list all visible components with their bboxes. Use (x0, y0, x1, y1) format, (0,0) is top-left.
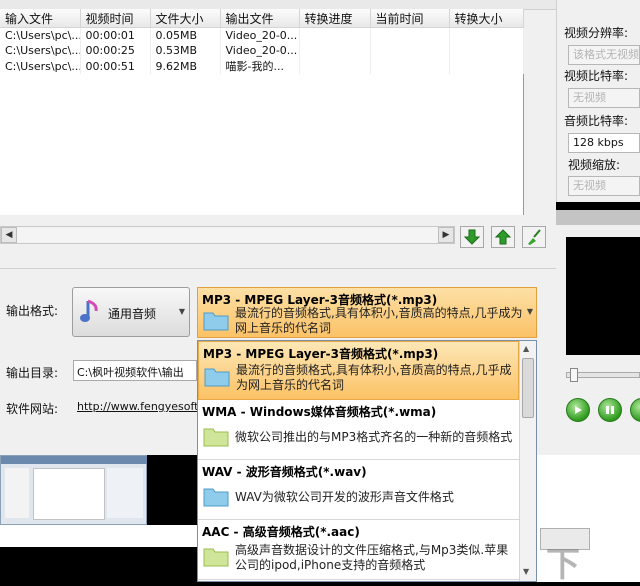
column-header-input-file[interactable]: 输入文件 (0, 9, 81, 28)
divider (0, 268, 556, 269)
list-item-aac[interactable]: AAC - 高级音频格式(*.aac) 高级声音数据设计的文件压缩格式,与Mp3… (198, 520, 519, 580)
clear-button[interactable] (522, 226, 546, 248)
arrow-down-icon (463, 229, 481, 245)
table-row[interactable]: C:\Users\pc\... 00:00:51 9.62MB 喵影-我的... (0, 58, 524, 74)
table-cell: 0.53MB (150, 43, 221, 58)
folder-icon (203, 488, 229, 507)
folder-icon (203, 548, 229, 567)
column-header-file-size[interactable]: 文件大小 (150, 9, 221, 28)
list-item-mp3[interactable]: MP3 - MPEG Layer-3音频格式(*.mp3) 最流行的音频格式,具… (198, 341, 519, 400)
format-item-title: AAC - 高级音频格式(*.aac) (202, 525, 360, 539)
website-label: 软件网站: (6, 402, 59, 416)
table-cell (370, 43, 450, 58)
table-cell: C:\Users\pc\... (0, 43, 81, 58)
selected-format-desc: 最流行的音频格式,具有体积小,音质高的特点,几乎成为网上音乐的代名词 (235, 306, 523, 335)
output-format-label: 输出格式: (6, 304, 59, 318)
scroll-left-icon[interactable]: ◀ (1, 227, 17, 243)
scroll-down-icon[interactable]: ▼ (523, 567, 529, 576)
table-cell: 0.05MB (150, 27, 221, 43)
table-cell: Video_20-0... (220, 43, 300, 58)
table-cell (449, 43, 524, 58)
audio-bitrate-label: 音频比特率: (564, 114, 629, 128)
format-item-desc: 微软公司推出的与MP3格式齐名的一种新的音频格式 (235, 430, 513, 444)
output-dir-value: C:\枫叶视频软件\输出 (77, 366, 184, 379)
video-scale-select[interactable]: 无视频 (568, 176, 640, 196)
seek-handle[interactable] (570, 368, 578, 382)
video-bitrate-select[interactable]: 无视频 (568, 88, 640, 108)
website-link[interactable]: http://www.fengyesoft.c (77, 400, 197, 413)
folder-icon (203, 428, 229, 447)
format-item-desc: WAV为微软公司开发的波形声音文件格式 (235, 490, 454, 504)
resolution-label: 视频分辨率: (564, 26, 629, 40)
preview-header (556, 210, 640, 225)
scroll-up-icon[interactable]: ▲ (523, 344, 529, 353)
category-button[interactable]: 通用音频 ▼ (72, 287, 190, 337)
format-item-title: WMA - Windows媒体音频格式(*.wma) (202, 405, 437, 419)
move-down-button[interactable] (460, 226, 484, 248)
broom-icon (528, 229, 541, 245)
column-header-converted-size[interactable]: 转换大小 (449, 9, 524, 28)
play-icon (575, 406, 582, 414)
table-cell (299, 58, 371, 74)
table-cell: C:\Users\pc\... (0, 27, 81, 43)
play-button[interactable] (566, 398, 590, 422)
format-item-desc: 最流行的音频格式,具有体积小,音质高的特点,几乎成为网上音乐的代名词 (236, 363, 512, 392)
table-cell: 喵影-我的... (220, 58, 300, 74)
background-window-dark (147, 455, 197, 525)
table-cell: 00:00:01 (80, 27, 151, 43)
list-item-wma[interactable]: WMA - Windows媒体音频格式(*.wma) 微软公司推出的与MP3格式… (198, 400, 519, 460)
table-cell (370, 27, 450, 43)
audio-bitrate-select[interactable]: 128 kbps (568, 133, 640, 153)
watermark-logo: 下 (546, 545, 580, 585)
folder-icon (203, 312, 229, 331)
table-cell: 9.62MB (150, 58, 221, 74)
pause-icon (606, 406, 614, 414)
horizontal-scrollbar[interactable]: ◀ ▶ (0, 226, 455, 244)
background-window-thumbnail (0, 455, 148, 525)
format-select[interactable]: MP3 - MPEG Layer-3音频格式(*.mp3) 最流行的音频格式,具… (197, 287, 537, 338)
background-strip (0, 525, 197, 547)
scroll-right-icon[interactable]: ▶ (438, 227, 454, 243)
format-item-title: WAV - 波形音频格式(*.wav) (202, 465, 367, 479)
column-header-video-time[interactable]: 视频时间 (80, 9, 151, 28)
table-cell: Video_20-0... (220, 27, 300, 43)
column-header-progress[interactable]: 转换进度 (299, 9, 371, 28)
table-cell (449, 27, 524, 43)
dropdown-scrollbar[interactable]: ▲ ▼ (519, 341, 536, 581)
column-header-output-file[interactable]: 输出文件 (220, 9, 300, 28)
video-scale-label: 视频缩放: (568, 158, 621, 172)
scroll-thumb[interactable] (522, 358, 534, 418)
chevron-down-icon: ▼ (178, 307, 185, 316)
video-preview (566, 237, 640, 355)
table-row[interactable]: C:\Users\pc\... 00:00:01 0.05MB Video_20… (0, 27, 524, 43)
output-dir-field[interactable]: C:\枫叶视频软件\输出 (73, 360, 197, 381)
column-header-current-time[interactable]: 当前时间 (370, 9, 450, 28)
music-note-icon (80, 299, 98, 322)
resolution-select[interactable]: 该格式无视频 (568, 45, 640, 65)
table-cell (299, 43, 371, 58)
output-dir-label: 输出目录: (6, 366, 59, 380)
arrow-up-icon (494, 229, 512, 245)
table-row[interactable]: C:\Users\pc\... 00:00:25 0.53MB Video_20… (0, 43, 524, 58)
table-cell: C:\Users\pc\... (0, 58, 81, 74)
table-cell: 00:00:51 (80, 58, 151, 74)
pause-button[interactable] (598, 398, 622, 422)
folder-icon (204, 368, 230, 387)
video-bitrate-label: 视频比特率: (564, 69, 629, 83)
table-cell (370, 58, 450, 74)
table-cell: 00:00:25 (80, 43, 151, 58)
format-dropdown-list[interactable]: MP3 - MPEG Layer-3音频格式(*.mp3) 最流行的音频格式,具… (197, 340, 537, 582)
category-button-label: 通用音频 (108, 307, 157, 321)
file-list[interactable]: 输入文件 视频时间 文件大小 输出文件 转换进度 当前时间 转换大小 C:\Us… (0, 9, 524, 215)
chevron-down-icon: ▼ (526, 307, 533, 316)
list-item-wav[interactable]: WAV - 波形音频格式(*.wav) WAV为微软公司开发的波形声音文件格式 (198, 460, 519, 520)
format-item-title: MP3 - MPEG Layer-3音频格式(*.mp3) (203, 347, 439, 361)
move-up-button[interactable] (491, 226, 515, 248)
format-item-desc: 高级声音数据设计的文件压缩格式,与Mp3类似.苹果公司的ipod,iPhone支… (235, 543, 509, 572)
table-cell (299, 27, 371, 43)
table-cell (449, 58, 524, 74)
